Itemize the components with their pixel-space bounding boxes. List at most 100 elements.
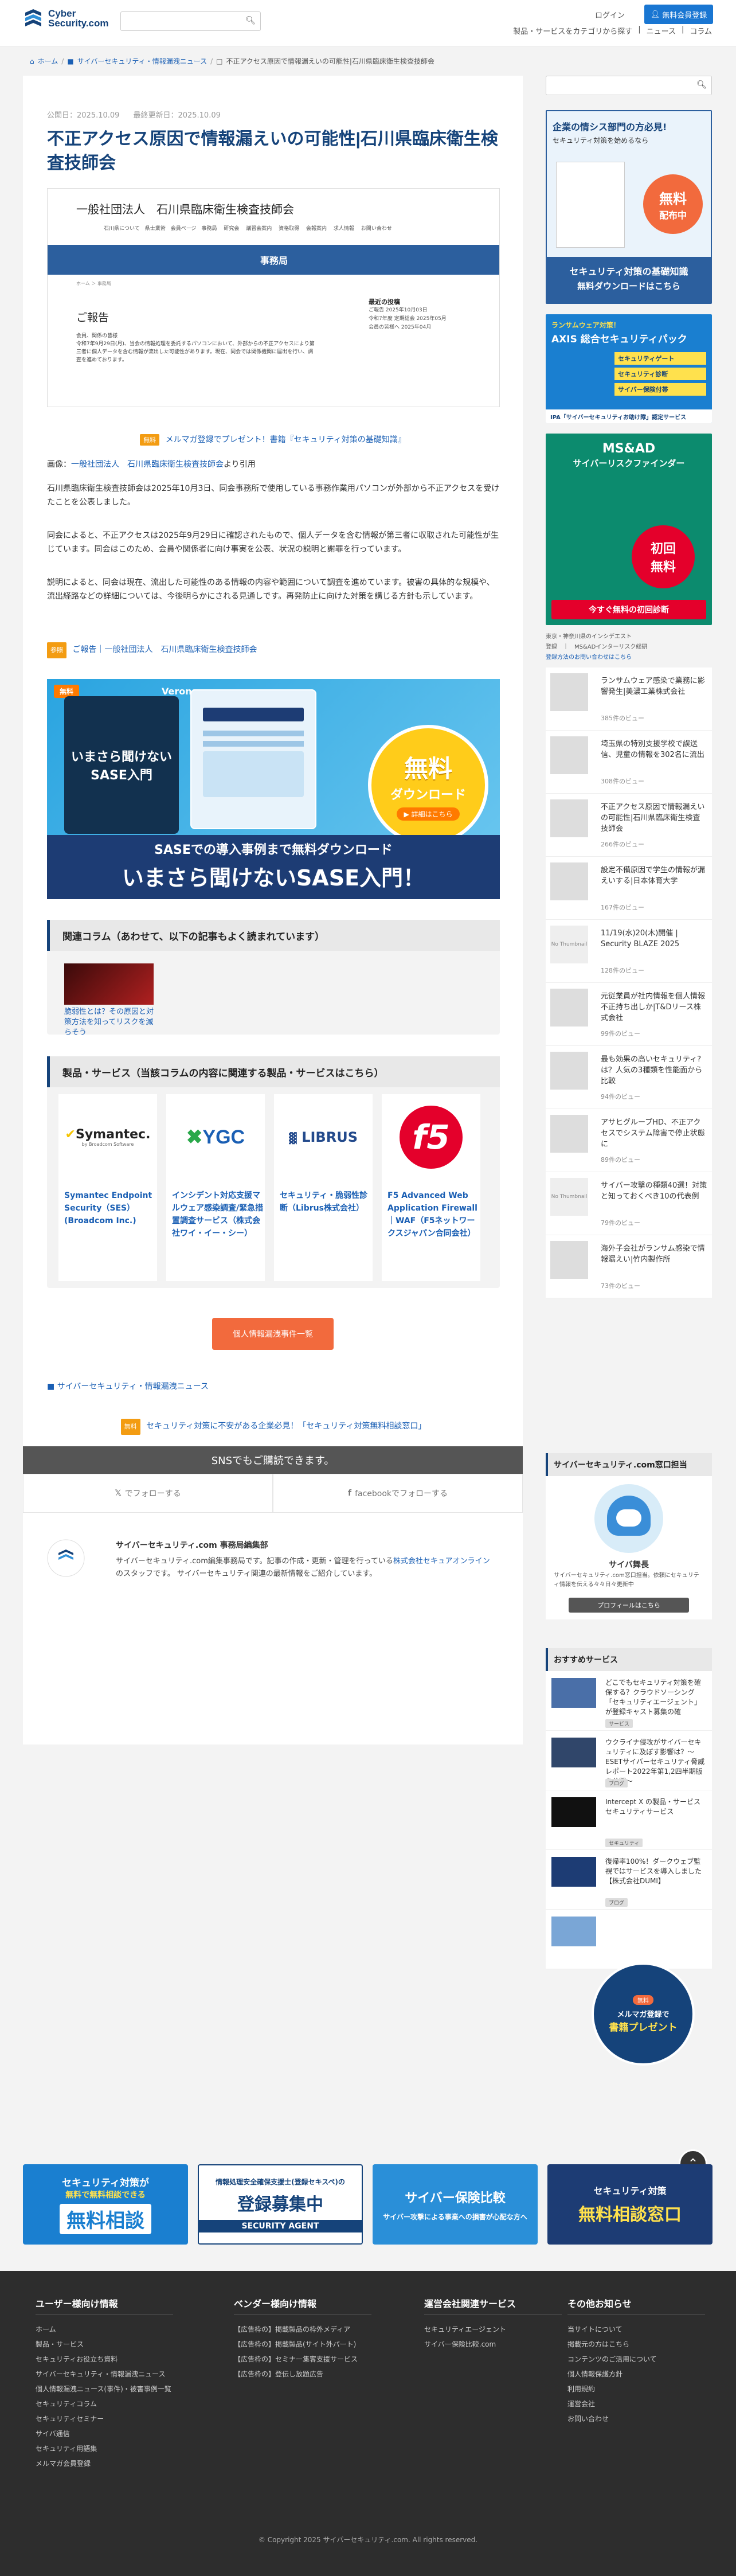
- ranking-title[interactable]: 埼玉県の特別支援学校で誤送信、児童の情報を302名に流出: [601, 739, 707, 760]
- search-icon[interactable]: 🔍︎: [696, 80, 707, 89]
- footer-link[interactable]: 個人情報漏洩ニュース(事件)・被害事例一覧: [36, 2382, 173, 2397]
- related-item[interactable]: 脆弱性とは？その原因と対策方法を知ってリスクを減らそう: [64, 963, 154, 1038]
- ranking-title[interactable]: 11/19(水)20(木)開催 | Security BLAZE 2025: [601, 928, 707, 950]
- related-item-thumbnail[interactable]: [64, 963, 154, 1005]
- footer-link[interactable]: 【広告枠の】掲載製品(サイト外パート): [234, 2337, 371, 2352]
- footer-link[interactable]: 当サイトについて: [567, 2322, 705, 2337]
- ranking-item[interactable]: 最も効果の高いセキュリティ?は？人気の3種類を性能面から比較 94件のビュー: [546, 1046, 712, 1109]
- login-link[interactable]: ログイン: [595, 9, 625, 20]
- ad3-cta-button[interactable]: 今すぐ無料の初回診断: [551, 600, 706, 619]
- incident-list-button[interactable]: 個人情報漏洩事件一覧: [212, 1318, 334, 1350]
- product-card[interactable]: ✔Symantec. by Broadcom Software Symantec…: [58, 1094, 157, 1281]
- footer-link[interactable]: 運営会社: [567, 2397, 705, 2411]
- banner-cyber-insurance[interactable]: サイバー保険比較 サイバー攻撃による事業への損害が心配な方へ: [373, 2164, 538, 2245]
- footer-link[interactable]: セキュリティお役立ち資料: [36, 2352, 173, 2367]
- nav-products[interactable]: 製品・サービスをカテゴリから探す: [513, 25, 632, 36]
- newsletter-promo-link[interactable]: メルマガ登録でプレゼント！書籍『セキュリティ対策の基礎知識』: [166, 435, 406, 444]
- product-card[interactable]: ✖YGC インシデント対応支援マルウェア感染調査/緊急措置調査サービス（株式会社…: [166, 1094, 265, 1281]
- ranking-thumbnail[interactable]: [550, 736, 588, 774]
- nav-news[interactable]: ニュース: [647, 25, 676, 36]
- ranking-thumbnail[interactable]: [550, 673, 588, 711]
- footer-link[interactable]: コンテンツのご活用について: [567, 2352, 705, 2367]
- ranking-thumbnail[interactable]: [550, 1241, 588, 1279]
- category-link[interactable]: サイバーセキュリティ・情報漏洩ニュース: [57, 1382, 209, 1391]
- newsletter-float-button[interactable]: 無料 メルマガ登録で 書籍プレゼント: [592, 1962, 695, 2066]
- footer-link[interactable]: セキュリティエージェント: [424, 2322, 562, 2337]
- product-name[interactable]: セキュリティ・脆弱性診断（Librus株式会社）: [280, 1189, 371, 1215]
- ranking-item[interactable]: アサヒグループHD、不正アクセスでシステム障害で停止状態に 89件のビュー: [546, 1109, 712, 1172]
- ranking-thumbnail[interactable]: [550, 1115, 588, 1153]
- search-icon[interactable]: 🔍︎: [245, 16, 256, 25]
- ranking-thumbnail[interactable]: [550, 1052, 588, 1090]
- profile-button[interactable]: プロフィールはこちら: [569, 1598, 689, 1613]
- banner-consult-window[interactable]: セキュリティ対策 無料相談窓口: [547, 2164, 712, 2245]
- footer-link[interactable]: サイバーセキュリティ・情報漏洩ニュース: [36, 2367, 173, 2382]
- ranking-item[interactable]: 埼玉県の特別支援学校で誤送信、児童の情報を302名に流出 308件のビュー: [546, 731, 712, 794]
- product-name[interactable]: F5 Advanced Web Application Firewall｜WAF…: [387, 1189, 479, 1240]
- facebook-follow-button[interactable]: f facebookでフォローする: [273, 1474, 523, 1513]
- footer-link[interactable]: 【広告枠の】セミナー集客支援サービス: [234, 2352, 371, 2367]
- ranking-item[interactable]: ランサムウェア感染で業務に影響発生|美濃工業株式会社 385件のビュー: [546, 668, 712, 731]
- service-thumbnail[interactable]: [551, 1797, 596, 1827]
- service-thumbnail[interactable]: [551, 1857, 596, 1887]
- product-card[interactable]: ▓ LIBRUS セキュリティ・脆弱性診断（Librus株式会社）: [274, 1094, 373, 1281]
- x-follow-button[interactable]: 𝕏 でフォローする: [23, 1474, 273, 1513]
- service-title[interactable]: Intercept X の製品・サービスセキュリティサービス: [605, 1797, 707, 1817]
- ranking-title[interactable]: サイバー攻撃の種類40選！対策と知っておくべき10の代表例: [601, 1180, 707, 1202]
- ms-ad-risk-finder-ad[interactable]: MS&AD サイバーリスクファインダー 初回 無料 今すぐ無料の初回診断: [546, 434, 712, 625]
- footer-link[interactable]: セキュリティ用語集: [36, 2441, 173, 2456]
- footer-link[interactable]: お問い合わせ: [567, 2411, 705, 2426]
- ranking-item[interactable]: 設定不備原因で学生の情報が漏えいする|日本体育大学 167件のビュー: [546, 857, 712, 920]
- member-register-button[interactable]: 👤︎ 無料会員登録: [644, 5, 713, 24]
- ranking-thumbnail[interactable]: [550, 799, 588, 837]
- ranking-title[interactable]: 不正アクセス原因で情報漏えいの可能性|石川県臨床衛生検査技師会: [601, 802, 707, 834]
- footer-link[interactable]: 掲載元の方はこちら: [567, 2337, 705, 2352]
- footer-link[interactable]: セキュリティセミナー: [36, 2411, 173, 2426]
- ranking-title[interactable]: アサヒグループHD、不正アクセスでシステム障害で停止状態に: [601, 1117, 707, 1150]
- ranking-thumbnail[interactable]: No Thumbnail: [550, 1178, 588, 1216]
- footer-link[interactable]: メルマガ会員登録: [36, 2456, 173, 2471]
- service-item[interactable]: Intercept X の製品・サービスセキュリティサービス セキュリティ: [546, 1790, 712, 1850]
- banner-free-consult[interactable]: セキュリティ対策が 無料で無料相談できる 無料相談: [23, 2164, 188, 2245]
- ad3-tags-link[interactable]: 登録方法のお問い合わせはこちら: [546, 654, 632, 661]
- product-name[interactable]: Symantec Endpoint Security（SES）(Broadcom…: [64, 1189, 156, 1227]
- editor-company-link[interactable]: 株式会社セキュアオンライン: [393, 1557, 490, 1566]
- ranking-thumbnail[interactable]: [550, 989, 588, 1027]
- ranking-title[interactable]: ランサムウェア感染で業務に影響発生|美濃工業株式会社: [601, 676, 707, 697]
- ranking-title[interactable]: 海外子会社がランサム感染で情報漏えい|竹内製作所: [601, 1243, 707, 1265]
- product-name[interactable]: インシデント対応支援マルウェア感染調査/緊急措置調査サービス（株式会社ワイ・イー…: [172, 1189, 264, 1240]
- free-download-badge[interactable]: 無料 ダウンロード ▶ 詳細はこちら: [368, 725, 488, 845]
- service-title[interactable]: どこでもセキュリティ対策を確保する？クラウドソーシング「セキュリティエージェント…: [605, 1678, 707, 1717]
- site-logo[interactable]: Cyber Security.com: [23, 8, 109, 29]
- footer-link[interactable]: 製品・サービス: [36, 2337, 173, 2352]
- sidebar-search-input[interactable]: 🔍︎: [546, 76, 712, 95]
- ranking-item[interactable]: 元従業員が社内情報を個人情報不正持ち出しか|T&Dリース株式会社 99件のビュー: [546, 983, 712, 1046]
- service-title[interactable]: 復帰率100%！ダークウェブ監視ではサービスを導入しました【株式会社DUMI】: [605, 1857, 707, 1886]
- ranking-title[interactable]: 設定不備原因で学生の情報が漏えいする|日本体育大学: [601, 865, 707, 887]
- reference-link[interactable]: ご報告｜一般社団法人 石川県臨床衛生検査技師会: [72, 645, 257, 654]
- footer-link[interactable]: 【広告枠の】登伝し放題広告: [234, 2367, 371, 2382]
- basic-knowledge-ad[interactable]: 企業の情シス部門の方必見! セキュリティ対策を始めるなら 無料 配布中 セキュリ…: [546, 110, 712, 304]
- sase-download-banner[interactable]: 無料 Verona いまさら聞けない SASE入門 無料 ダウンロード ▶ 詳細…: [47, 679, 500, 899]
- footer-link[interactable]: 利用規約: [567, 2382, 705, 2397]
- ranking-item[interactable]: No Thumbnail サイバー攻撃の種類40選！対策と知っておくべき10の代表…: [546, 1172, 712, 1235]
- newsletter-promo[interactable]: 無料 メルマガ登録でプレゼント！書籍『セキュリティ対策の基礎知識』: [23, 434, 523, 446]
- footer-link[interactable]: ホーム: [36, 2322, 173, 2337]
- axis-security-pack-ad[interactable]: ランサムウェア対策！ AXIS 総合セキュリティパック セキュリティゲート セキ…: [546, 314, 712, 423]
- ranking-item[interactable]: 不正アクセス原因で情報漏えいの可能性|石川県臨床衛生検査技師会 266件のビュー: [546, 794, 712, 857]
- service-item[interactable]: 復帰率100%！ダークウェブ監視ではサービスを導入しました【株式会社DUMI】ブ…: [546, 1850, 712, 1910]
- ranking-title[interactable]: 最も効果の高いセキュリティ?は？人気の3種類を性能面から比較: [601, 1054, 707, 1087]
- related-item-title[interactable]: 脆弱性とは？その原因と対策方法を知ってリスクを減らそう: [64, 1007, 154, 1038]
- service-item[interactable]: どこでもセキュリティ対策を確保する？クラウドソーシング「セキュリティエージェント…: [546, 1671, 712, 1731]
- product-card[interactable]: f5 F5 Advanced Web Application Firewall｜…: [382, 1094, 480, 1281]
- ranking-thumbnail[interactable]: No Thumbnail: [550, 926, 588, 963]
- footer-link[interactable]: セキュリティコラム: [36, 2397, 173, 2411]
- service-thumbnail[interactable]: [551, 1738, 596, 1767]
- service-thumbnail[interactable]: [551, 1917, 596, 1946]
- footer-link[interactable]: 【広告枠の】掲載製品の枠外メディア: [234, 2322, 371, 2337]
- service-thumbnail[interactable]: [551, 1678, 596, 1708]
- ranking-title[interactable]: 元従業員が社内情報を個人情報不正持ち出しか|T&Dリース株式会社: [601, 991, 707, 1024]
- ranking-thumbnail[interactable]: [550, 862, 588, 900]
- service-item[interactable]: [546, 1910, 712, 1969]
- consult-link[interactable]: セキュリティ対策に不安がある企業必見！「セキュリティ対策無料相談窓口」: [146, 1422, 426, 1431]
